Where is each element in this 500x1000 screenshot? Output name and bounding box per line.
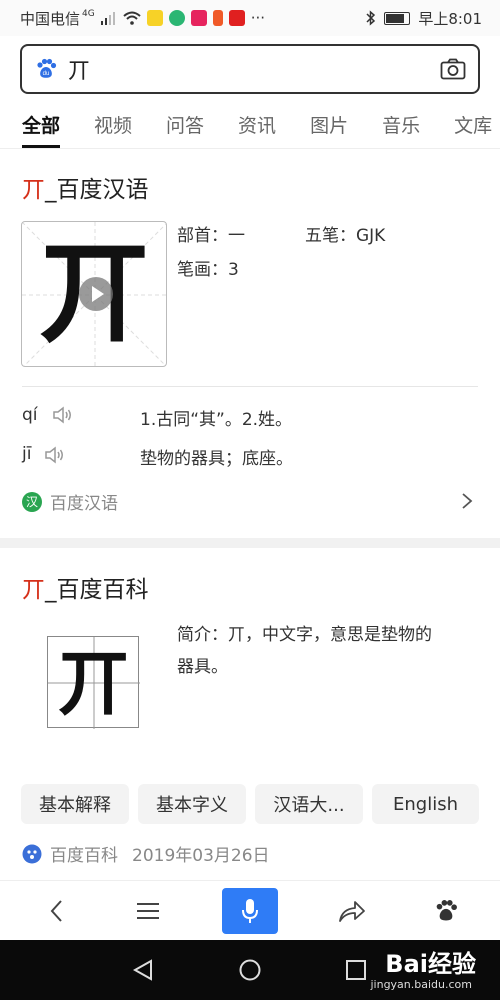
microphone-icon — [242, 899, 258, 923]
menu-button[interactable] — [126, 881, 170, 941]
share-button[interactable] — [330, 881, 374, 941]
radical-label: 部首：一 — [177, 226, 245, 246]
baike-intro-line1: 简介：丌，中文字，意思是垫物的 — [177, 625, 432, 645]
baike-intro-line2: 器具。 — [177, 657, 228, 677]
hanyu-badge-icon: 汉 — [22, 491, 42, 512]
chevron-right-icon[interactable] — [460, 492, 474, 510]
divider — [22, 386, 478, 387]
result-tabs: 全部 视频 问答 资讯 图片 音乐 文库 — [0, 100, 500, 148]
baike-logo-icon — [22, 844, 42, 863]
chevron-left-icon — [50, 900, 62, 922]
nav-recents-icon[interactable] — [345, 959, 367, 981]
nav-back-icon[interactable] — [132, 959, 154, 981]
menu-icon — [137, 903, 159, 919]
definition-qi: 1.古同“其”。2.姓。 — [140, 410, 293, 430]
source-date: 2019年03月26日 — [132, 846, 270, 866]
nav-home-icon[interactable] — [239, 959, 261, 981]
divider — [0, 148, 500, 149]
voice-search-button[interactable] — [222, 888, 278, 934]
character-stroke-animation[interactable]: 丌 — [21, 221, 167, 367]
source-label: 百度汉语 — [50, 494, 118, 514]
tab-news[interactable]: 资讯 — [238, 111, 276, 138]
camera-icon[interactable] — [440, 58, 466, 80]
pill-basic-explanation[interactable]: 基本解释 — [21, 784, 129, 824]
search-box[interactable]: du 丌 — [20, 44, 480, 94]
clock: 早上8:01 — [418, 9, 482, 28]
tab-qa[interactable]: 问答 — [166, 111, 204, 138]
carrier-label: 中国电信 — [20, 9, 81, 28]
baike-source-row[interactable]: 百度百科 2019年03月26日 — [22, 841, 270, 866]
hanyu-card-title[interactable]: 丌_百度汉语 — [22, 170, 149, 204]
back-button[interactable] — [35, 881, 79, 941]
bottom-toolbar — [0, 880, 500, 940]
wifi-icon — [123, 11, 141, 25]
tab-video[interactable]: 视频 — [94, 111, 132, 138]
search-input[interactable]: 丌 — [68, 53, 440, 85]
baike-card-title[interactable]: 丌_百度百科 — [22, 570, 149, 604]
battery-icon — [384, 11, 411, 25]
watermark-logo: Bai经验 — [385, 950, 476, 978]
app-yy-icon — [146, 10, 163, 26]
tab-music[interactable]: 音乐 — [382, 111, 420, 138]
share-icon — [339, 901, 365, 922]
pinyin-ji: jī — [22, 444, 32, 464]
app-circle-icon — [168, 10, 185, 26]
app-pin-icon — [212, 10, 223, 26]
app-red-icon — [228, 10, 245, 26]
more-notifications: ··· — [250, 9, 266, 27]
pinyin-qi: qí — [22, 405, 38, 425]
speaker-icon[interactable] — [44, 445, 66, 465]
stroke-count-label: 笔画：3 — [177, 260, 239, 280]
bluetooth-icon — [366, 10, 376, 26]
app-camera-icon — [190, 10, 207, 26]
baike-character: 丌 — [57, 640, 130, 725]
play-icon[interactable] — [79, 277, 113, 311]
pill-basic-meaning[interactable]: 基本字义 — [138, 784, 246, 824]
baike-character-image[interactable]: 丌 — [47, 636, 140, 729]
source-label: 百度百科 — [50, 846, 118, 866]
hanyu-source-row[interactable]: 汉 百度汉语 — [22, 489, 118, 514]
network-label: 4G — [82, 9, 95, 19]
pill-english[interactable]: English — [372, 784, 479, 824]
signal-icon — [100, 12, 115, 25]
tab-wenku[interactable]: 文库 — [454, 111, 492, 138]
baidu-paw-icon: du — [37, 58, 57, 78]
speaker-icon[interactable] — [52, 405, 74, 425]
watermark-url: jingyan.baidu.com — [370, 978, 472, 991]
tab-all[interactable]: 全部 — [22, 111, 61, 148]
pill-hanyu-dictionary[interactable]: 汉语大... — [255, 784, 363, 824]
baidu-home-button[interactable] — [424, 881, 468, 941]
svg-text:du: du — [43, 71, 50, 77]
wubi-label: 五笔：GJK — [305, 226, 386, 246]
definition-ji: 垫物的器具；底座。 — [140, 449, 293, 469]
tab-images[interactable]: 图片 — [310, 111, 348, 138]
section-gap — [0, 538, 500, 548]
status-bar: 中国电信 4G ··· 早上8:01 — [0, 0, 500, 36]
baidu-paw-icon — [436, 900, 457, 921]
